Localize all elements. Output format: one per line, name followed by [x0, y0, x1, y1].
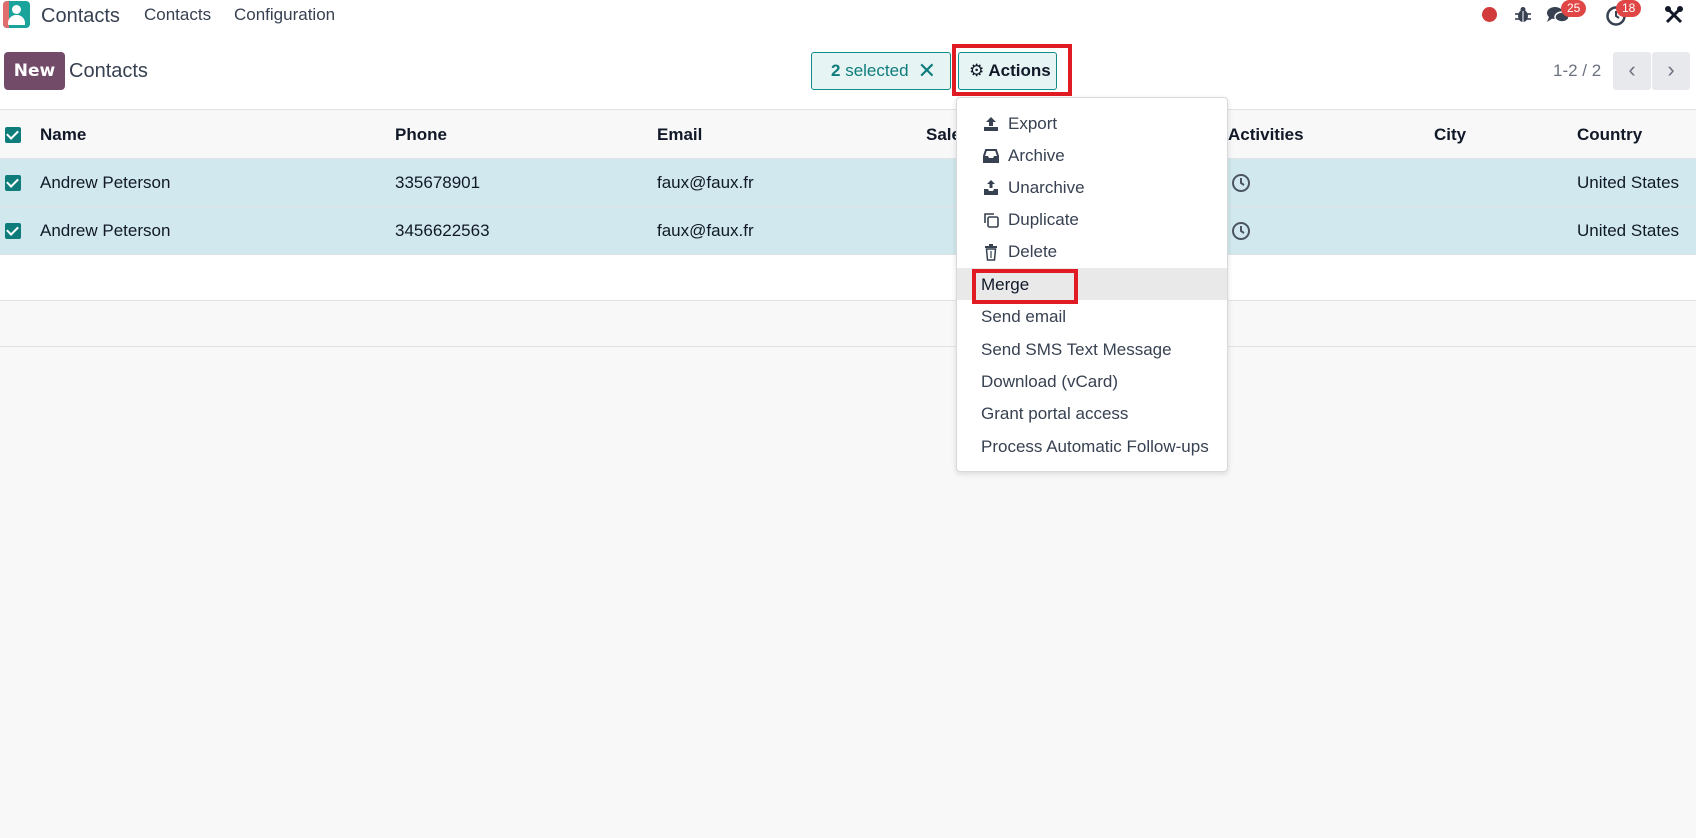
menu-item-label: Unarchive [1008, 178, 1085, 197]
app-title[interactable]: Contacts [41, 5, 120, 28]
table-header: Name Phone Email Sale Activities City Co… [0, 111, 1696, 159]
copy-icon [984, 213, 999, 228]
cell-phone: 335678901 [395, 173, 481, 192]
top-navbar: Contacts Contacts Configuration 25 18 [0, 0, 1696, 34]
activities-badge: 18 [1616, 0, 1642, 17]
pager-next-button[interactable]: › [1652, 52, 1690, 90]
recording-status-icon[interactable] [1482, 7, 1497, 22]
selected-label: selected [845, 61, 909, 80]
selected-count: 2 [831, 61, 841, 80]
table-row[interactable]: Andrew Peterson 3456622563 faux@faux.fr … [0, 207, 1696, 255]
menu-item-delete[interactable]: Delete [957, 235, 1227, 267]
highlight-merge [972, 269, 1078, 304]
menu-item-label: Process Automatic Follow-ups [981, 437, 1209, 456]
inbox-icon [983, 149, 999, 163]
table-row[interactable]: Andrew Peterson 335678901 faux@faux.fr U… [0, 159, 1696, 207]
bug-icon[interactable] [1513, 5, 1533, 25]
column-header-phone[interactable]: Phone [395, 125, 447, 145]
menu-item-duplicate[interactable]: Duplicate [957, 203, 1227, 235]
menu-item-label: Send SMS Text Message [981, 340, 1172, 359]
menu-item-download-vcard[interactable]: Download (vCard) [957, 365, 1227, 397]
nav-contacts[interactable]: Contacts [144, 5, 211, 25]
new-button[interactable]: New [4, 52, 65, 90]
trash-icon [985, 244, 997, 261]
menu-item-archive[interactable]: Archive [957, 139, 1227, 171]
unarchive-icon [984, 180, 998, 195]
row-checkbox[interactable] [5, 175, 21, 191]
menu-item-unarchive[interactable]: Unarchive [957, 171, 1227, 203]
menu-item-label: Download (vCard) [981, 372, 1118, 391]
column-header-name[interactable]: Name [40, 125, 86, 145]
select-all-checkbox[interactable] [5, 127, 21, 143]
cell-name: Andrew Peterson [40, 221, 171, 240]
menu-item-send-email[interactable]: Send email [957, 300, 1227, 332]
cell-name: Andrew Peterson [40, 173, 171, 192]
breadcrumb: Contacts [69, 60, 148, 82]
menu-item-label: Export [1008, 114, 1058, 133]
table-footer [0, 301, 1696, 347]
menu-item-export[interactable]: Export [957, 107, 1227, 139]
cell-country: United States [1577, 221, 1680, 240]
pager-previous-button[interactable]: ‹ [1613, 52, 1651, 90]
column-header-email[interactable]: Email [657, 125, 702, 145]
clear-selection-icon[interactable]: ✕ [918, 53, 936, 89]
column-header-country[interactable]: Country [1577, 125, 1642, 145]
nav-configuration[interactable]: Configuration [234, 5, 335, 25]
menu-item-label: Archive [1008, 146, 1065, 165]
cell-phone: 3456622563 [395, 221, 490, 240]
pager-value[interactable]: 1-2 / 2 [1553, 61, 1601, 81]
activity-clock-icon[interactable] [1231, 221, 1251, 241]
control-panel: New Contacts 2 selected ✕ ⚙ Actions 1-2 … [0, 34, 1696, 110]
upload-icon [984, 117, 998, 131]
activity-clock-icon[interactable] [1231, 173, 1251, 193]
menu-item-label: Grant portal access [981, 404, 1129, 423]
column-header-activities[interactable]: Activities [1228, 125, 1304, 145]
menu-item-label: Duplicate [1008, 210, 1079, 229]
column-header-city[interactable]: City [1434, 125, 1466, 145]
cell-email: faux@faux.fr [657, 173, 754, 192]
cell-email: faux@faux.fr [657, 221, 754, 240]
menu-item-label: Delete [1008, 242, 1058, 261]
row-checkbox[interactable] [5, 223, 21, 239]
menu-item-grant-portal-access[interactable]: Grant portal access [957, 397, 1227, 429]
debug-tools-icon[interactable] [1664, 5, 1684, 25]
menu-item-label: Send email [981, 307, 1067, 326]
contacts-app-icon[interactable] [3, 1, 30, 28]
cell-country: United States [1577, 173, 1680, 192]
menu-item-send-sms[interactable]: Send SMS Text Message [957, 333, 1227, 365]
empty-row [0, 255, 1696, 301]
selection-indicator: 2 selected ✕ [811, 52, 951, 90]
menu-item-process-follow-ups[interactable]: Process Automatic Follow-ups [957, 430, 1227, 462]
highlight-actions [952, 44, 1072, 96]
messages-badge: 25 [1561, 0, 1587, 17]
